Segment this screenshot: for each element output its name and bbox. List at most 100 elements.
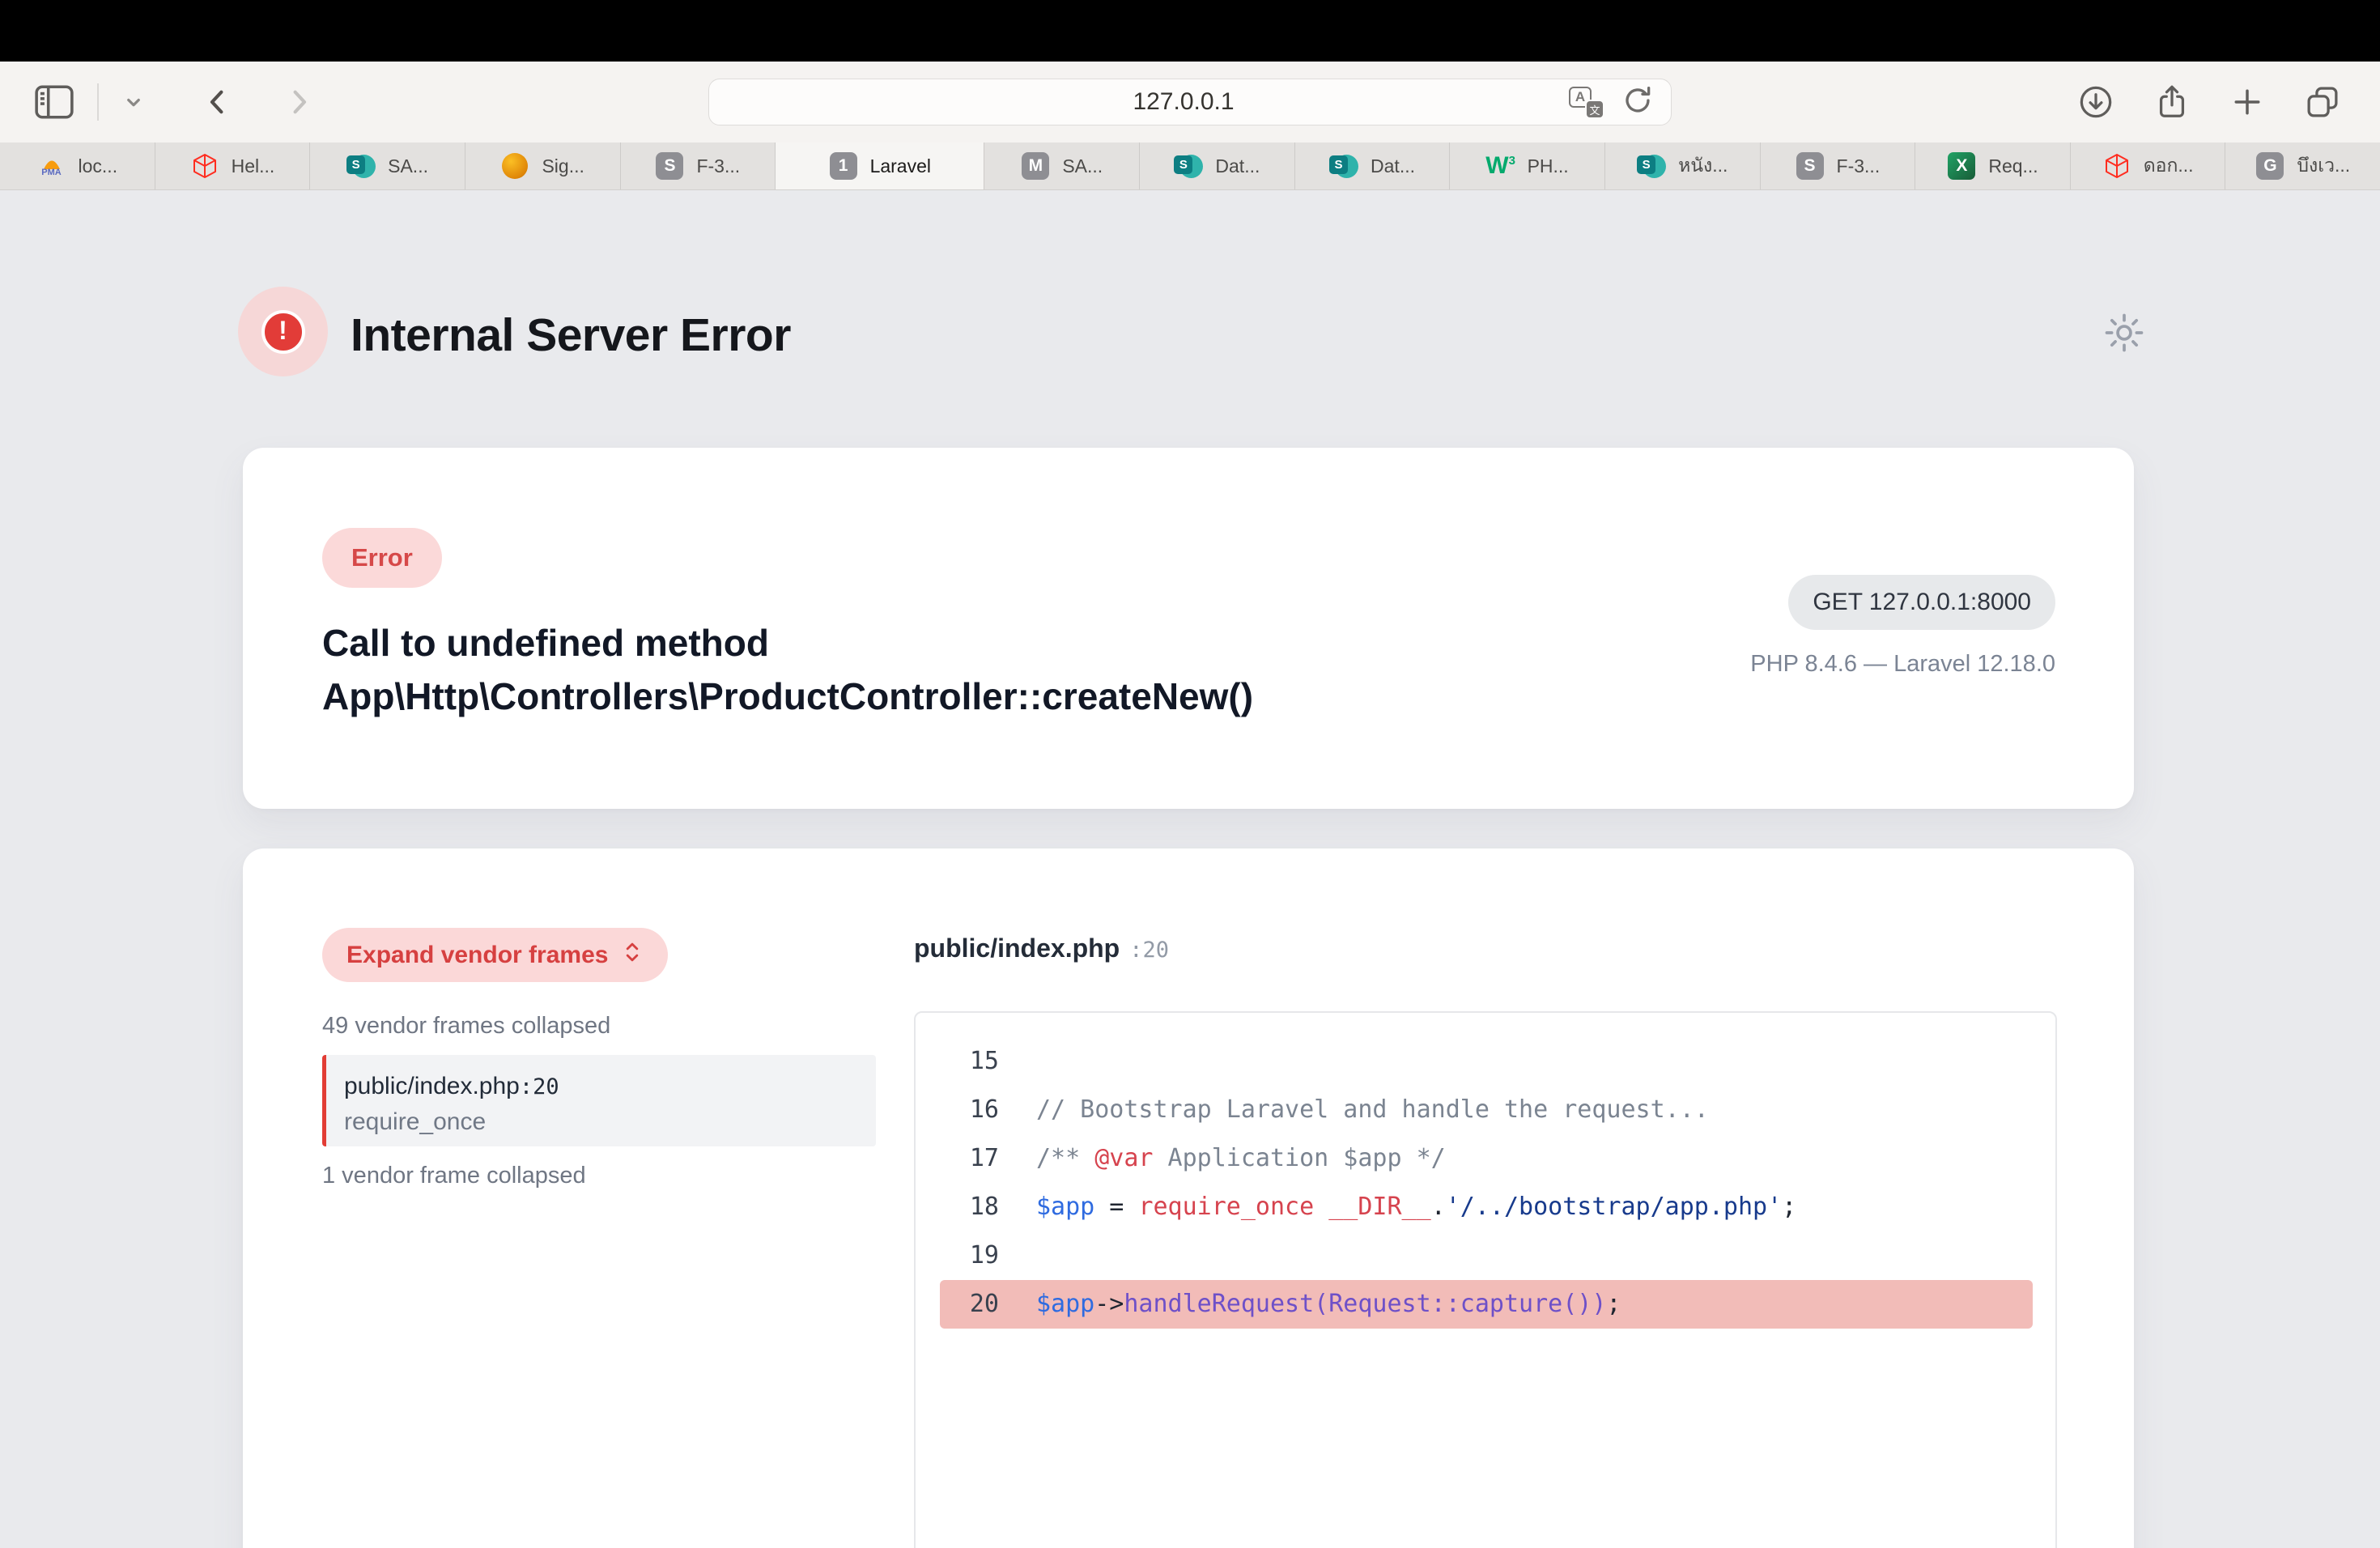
unfold-chevrons-icon [621,938,644,972]
orange-ball-favicon-icon [500,151,529,181]
toolbar-left-group [34,83,316,121]
error-message: Call to undefined method App\Http\Contro… [322,616,1739,723]
line-number: 18 [916,1183,999,1231]
sidebar-icon [34,84,74,120]
plus-icon [2229,84,2265,120]
code-file-name: public/index.php [914,933,1120,963]
frame-file: public/index.php:20 [344,1073,876,1100]
sharepoint-favicon-icon: S [1637,151,1666,181]
tab-overview-button[interactable] [2304,83,2341,121]
new-tab-button[interactable] [2229,84,2265,120]
excel-favicon-icon: X [1947,151,1976,181]
tab-label: loc... [79,155,118,177]
expand-vendor-frames-button[interactable]: Expand vendor frames [322,928,668,982]
code-line-19: 19 [916,1231,2055,1280]
download-icon [2077,83,2114,121]
tab-label: Dat... [1215,155,1260,177]
forward-icon [282,85,316,119]
forward-button[interactable] [282,85,316,119]
gray-1-favicon-icon: 1 [829,151,858,181]
browser-tab[interactable]: S F-3... [1761,142,1916,189]
vendor-frames-collapsed-bottom: 1 vendor frame collapsed [322,1163,586,1189]
share-button[interactable] [2153,83,2191,121]
tab-label: Req... [1988,155,2038,177]
expand-button-label: Expand vendor frames [346,942,608,969]
line-number: 16 [916,1086,999,1134]
line-number: 20 [940,1280,999,1329]
tab-label: Hel... [232,155,275,177]
line-number: 19 [916,1231,999,1280]
error-message-line2: App\Http\Controllers\ProductController::… [322,670,1739,723]
theme-toggle-button[interactable] [2102,310,2147,355]
stack-frame-item[interactable]: public/index.php:20 require_once [322,1055,876,1146]
code-file-header: public/index.php :20 [914,933,1169,963]
gray-g-favicon-icon: G [2255,151,2284,181]
toolbar-right-group [2077,83,2341,121]
back-button[interactable] [201,85,235,119]
request-method-badge: GET 127.0.0.1:8000 [1788,575,2055,630]
sharepoint-favicon-icon: S [346,151,376,181]
share-icon [2153,83,2191,121]
browser-tab[interactable]: PMA loc... [0,142,155,189]
browser-tab[interactable]: SF-3... [621,142,776,189]
tabs-overview-icon [2304,83,2341,121]
macos-status-bar [0,0,2380,62]
tab-label: Sig... [542,155,584,177]
browser-tab[interactable]: G บึงเว... [2225,142,2380,189]
exclamation-icon: ! [261,310,305,354]
reload-icon[interactable] [1621,83,1655,121]
code-line-18: 18$app = require_once __DIR__.'/../boots… [916,1183,2055,1231]
stack-trace-card: Expand vendor frames 49 vendor frames co… [243,848,2134,1548]
tab-label: SA... [388,155,428,177]
browser-tab[interactable]: S หนัง... [1605,142,1761,189]
gray-m-favicon-icon: M [1021,151,1050,181]
gray-s-favicon-icon: S [1796,151,1825,181]
browser-tab[interactable]: W3 PH... [1450,142,1605,189]
code-line-17: 17/** @var Application $app */ [916,1134,2055,1183]
laravel-favicon-icon [190,151,219,181]
back-icon [201,85,235,119]
code-line-15: 15 [916,1037,2055,1086]
tab-label: F-3... [1837,155,1881,177]
sidebar-dropdown-button[interactable] [121,90,146,114]
browser-tab[interactable]: S Dat... [1140,142,1295,189]
browser-tab-active[interactable]: 1 Laravel [776,142,984,189]
w3-favicon-icon: W3 [1486,151,1515,181]
line-number: 15 [916,1037,999,1086]
sharepoint-favicon-icon: S [1329,151,1358,181]
error-status-icon: ! [238,287,328,376]
error-message-line1: Call to undefined method [322,616,1739,670]
version-info: PHP 8.4.6 — Laravel 12.18.0 [1750,651,2055,678]
browser-tab[interactable]: ดอก... [2071,142,2226,189]
chevron-down-icon [121,90,146,114]
url-text: 127.0.0.1 [709,88,1569,116]
sharepoint-favicon-icon: S [1174,151,1203,181]
code-line-ref: :20 [1129,938,1169,963]
pma-favicon-icon: PMA [37,151,66,181]
browser-tab[interactable]: M SA... [984,142,1140,189]
tab-label: SA... [1062,155,1103,177]
address-bar[interactable]: 127.0.0.1 A 文 [708,79,1672,125]
browser-tab[interactable]: Sig... [465,142,621,189]
request-meta: GET 127.0.0.1:8000 PHP 8.4.6 — Laravel 1… [1750,575,2055,678]
page-title: Internal Server Error [351,308,791,362]
downloads-button[interactable] [2077,83,2114,121]
tab-label: PH... [1528,155,1569,177]
tab-label: Dat... [1371,155,1415,177]
browser-toolbar: 127.0.0.1 A 文 [0,62,2380,142]
sun-icon [2102,346,2147,358]
browser-tab[interactable]: S SA... [310,142,465,189]
sidebar-toggle-button[interactable] [34,84,74,120]
tab-label: หนัง... [1678,151,1728,181]
browser-tab[interactable]: Hel... [155,142,311,189]
frame-method: require_once [344,1108,876,1136]
error-type-badge: Error [322,528,442,588]
code-line-16: 16// Bootstrap Laravel and handle the re… [916,1086,2055,1134]
browser-tab[interactable]: X Req... [1915,142,2071,189]
tab-label: Laravel [870,155,931,177]
tab-label: บึงเว... [2297,151,2350,181]
line-number: 17 [916,1134,999,1183]
laravel-favicon-icon [2102,151,2131,181]
translate-icon[interactable]: A 文 [1569,85,1604,119]
browser-tab[interactable]: S Dat... [1295,142,1451,189]
